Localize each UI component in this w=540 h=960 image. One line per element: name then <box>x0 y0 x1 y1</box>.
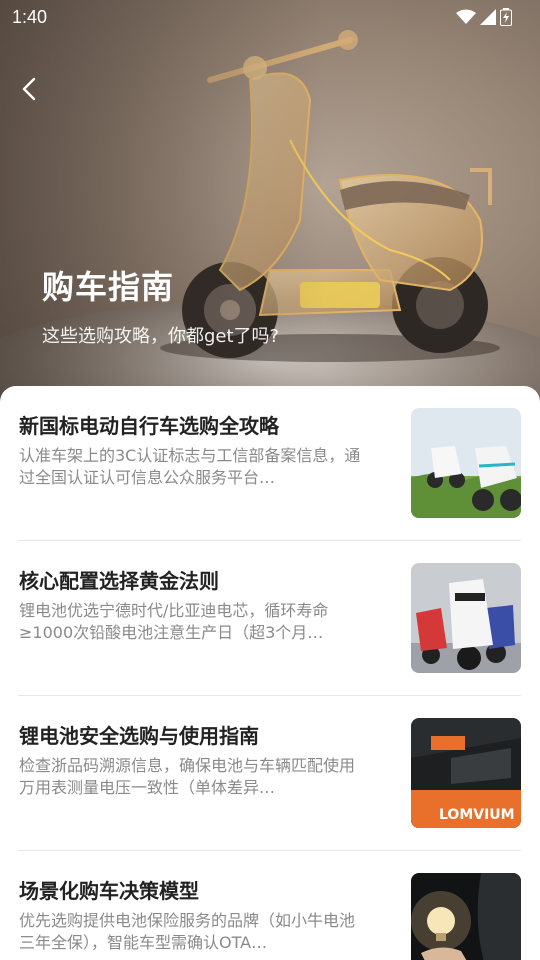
battery-pack-image: LOMVIUM <box>411 718 521 828</box>
article-item[interactable]: 核心配置选择黄金法则 锂电池优选宁德时代/比亚迪电芯，循环寿命≥1000次铅酸电… <box>18 541 521 696</box>
back-arrow-icon[interactable] <box>14 72 46 106</box>
svg-text:LOMVIUM: LOMVIUM <box>439 807 515 823</box>
article-desc: 锂电池优选宁德时代/比亚迪电芯，循环寿命≥1000次铅酸电池注意生产日（超3个月… <box>19 601 329 642</box>
lightbulb-hand-image <box>411 873 521 960</box>
status-time: 1:40 <box>12 6 48 27</box>
battery-icon <box>500 8 512 26</box>
article-title: 核心配置选择黄金法则 <box>19 569 219 593</box>
status-icons <box>456 8 512 26</box>
article-title: 场景化购车决策模型 <box>19 879 199 903</box>
article-title: 新国标电动自行车选购全攻略 <box>19 414 279 438</box>
scooters-lineup-image <box>411 563 521 673</box>
article-desc: 优先选购提供电池保险服务的品牌（如小牛电池三年全保），智能车型需确认OTA… <box>19 911 356 952</box>
signal-icon <box>480 9 496 25</box>
status-bar: 1:40 <box>0 0 540 34</box>
page-title: 购车指南 <box>42 268 175 306</box>
article-item[interactable]: 场景化购车决策模型 优先选购提供电池保险服务的品牌（如小牛电池三年全保），智能车… <box>18 851 521 960</box>
article-desc: 检查浙品码溯源信息，确保电池与车辆匹配使用万用表测量电压一致性（单体差异… <box>19 756 356 797</box>
article-item[interactable]: 锂电池安全选购与使用指南 检查浙品码溯源信息，确保电池与车辆匹配使用万用表测量电… <box>18 696 521 851</box>
article-item[interactable]: 新国标电动自行车选购全攻略 认准车架上的3C认证标志与工信部备案信息，通过全国认… <box>18 386 521 541</box>
hero-banner: 1:40 购车指南 这些选购攻略，你都get了吗? <box>0 0 540 410</box>
hero-overlay <box>0 0 540 410</box>
article-desc: 认准车架上的3C认证标志与工信部备案信息，通过全国认证认可信息公众服务平台… <box>19 446 361 487</box>
wifi-icon <box>456 9 476 24</box>
page-subtitle: 这些选购攻略，你都get了吗? <box>42 326 280 347</box>
article-title: 锂电池安全选购与使用指南 <box>19 724 259 748</box>
article-list: 新国标电动自行车选购全攻略 认准车架上的3C认证标志与工信部备案信息，通过全国认… <box>0 386 540 960</box>
scooters-on-grass-image <box>411 408 521 518</box>
